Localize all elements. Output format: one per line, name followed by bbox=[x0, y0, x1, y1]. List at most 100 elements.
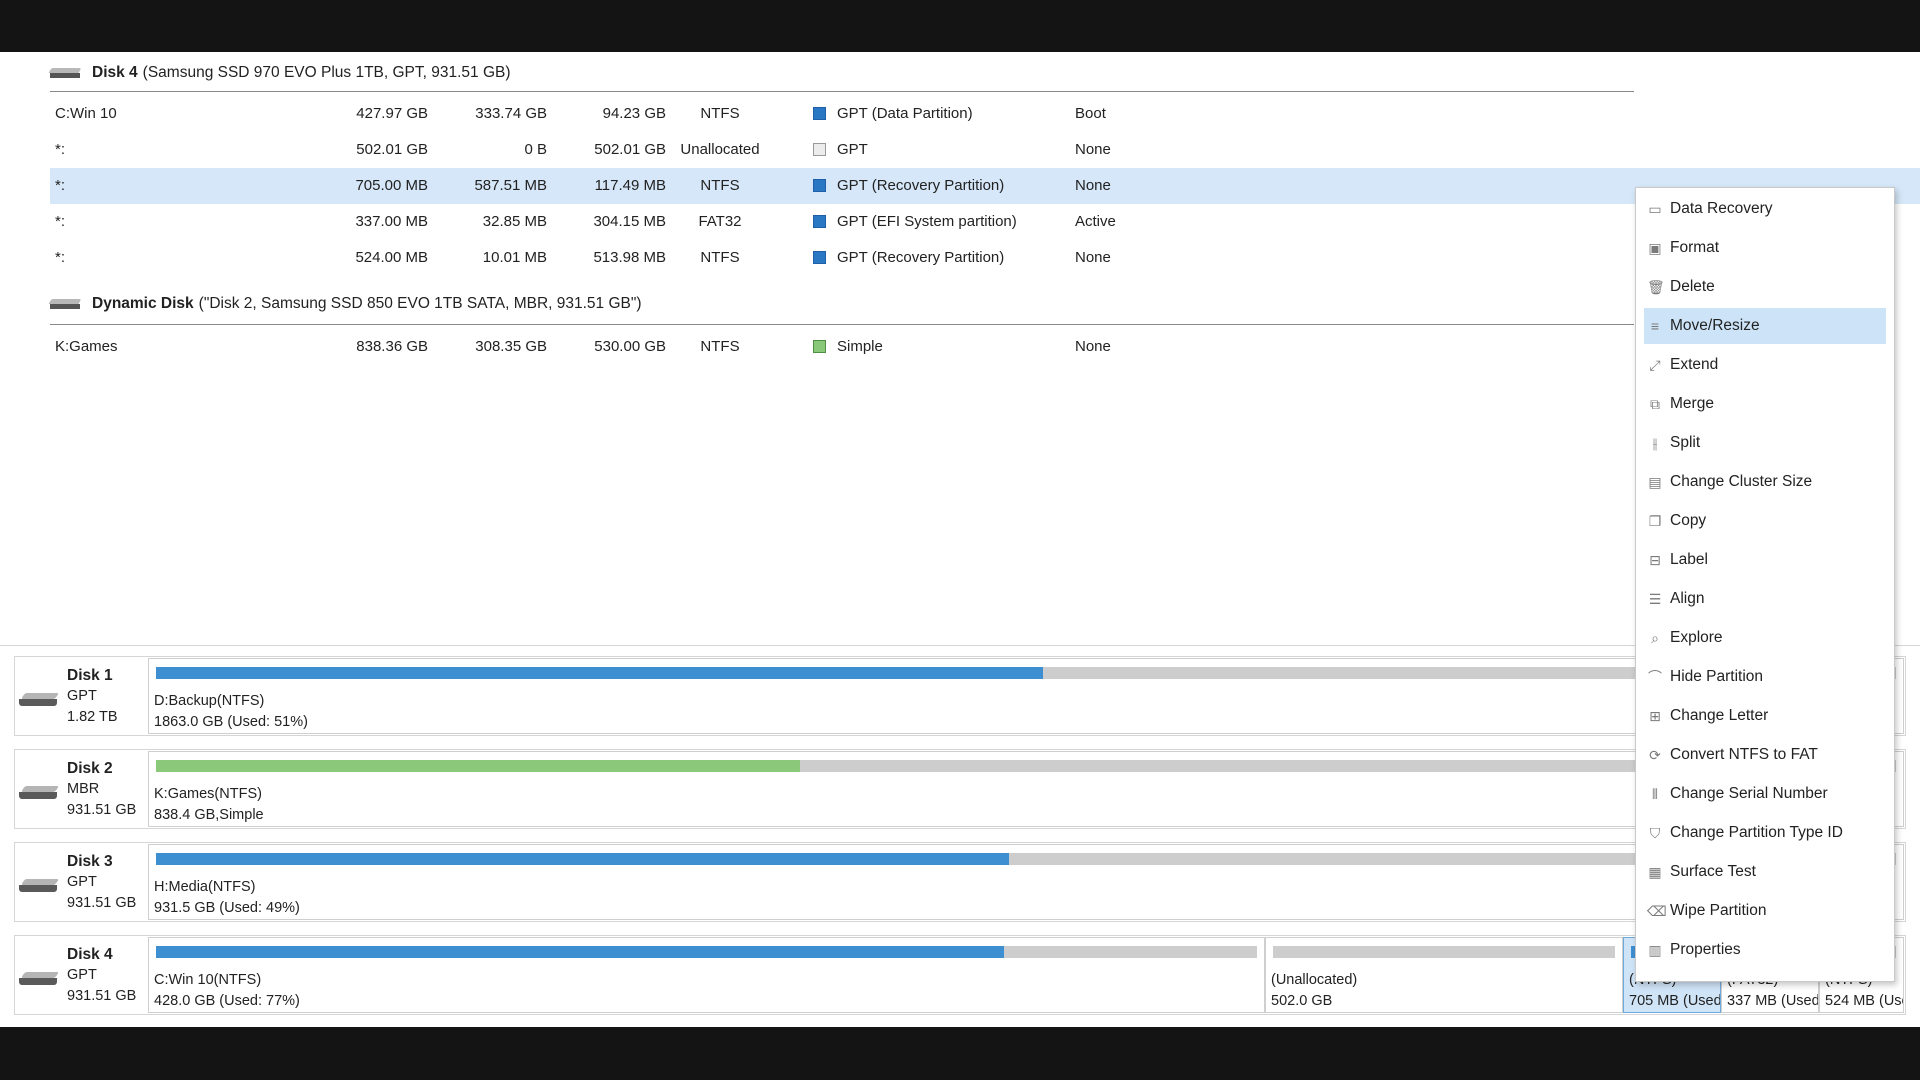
partition-name: K:Games bbox=[55, 338, 118, 355]
menu-item-convert-ntfs-to-fat[interactable]: ⟳ Convert NTFS to FAT bbox=[1644, 737, 1886, 773]
partition-filesystem: NTFS bbox=[700, 177, 740, 194]
partition-status: None bbox=[1075, 141, 1111, 158]
partition-block-label: K:Games(NTFS) bbox=[154, 786, 262, 802]
menu-item-split[interactable]: ⫲ Split bbox=[1644, 425, 1886, 461]
partition-unused: 530.00 GB bbox=[594, 338, 666, 355]
partition-block[interactable]: C:Win 10(NTFS) 428.0 GB (Used: 77%) bbox=[148, 937, 1265, 1013]
disk-style: GPT bbox=[67, 874, 97, 890]
shield-icon: ⛉ bbox=[1649, 825, 1661, 841]
disk-info[interactable]: Disk 4 GPT 931.51 GB bbox=[15, 936, 146, 1014]
partition-type-swatch bbox=[813, 340, 826, 353]
partition-status: Boot bbox=[1075, 105, 1106, 122]
letter-icon: ⊞ bbox=[1649, 708, 1661, 724]
partition-name: *: bbox=[55, 141, 66, 158]
partition-block-label: (Unallocated) bbox=[1271, 972, 1358, 988]
menu-item-change-cluster-size[interactable]: ▤ Change Cluster Size bbox=[1644, 464, 1886, 500]
disk-info[interactable]: Disk 3 GPT 931.51 GB bbox=[15, 843, 146, 921]
disk-name: Disk 2 bbox=[67, 760, 113, 777]
partition-row[interactable]: C:Win 10 427.97 GB 333.74 GB 94.23 GB NT… bbox=[50, 96, 1920, 132]
disk-style: GPT bbox=[67, 688, 97, 704]
partition-capacity: 337.00 MB bbox=[355, 213, 428, 230]
partition-block-detail: 428.0 GB (Used: 77%) bbox=[154, 993, 300, 1009]
disk-info[interactable]: Disk 2 MBR 931.51 GB bbox=[15, 750, 146, 828]
partition-type: GPT (EFI System partition) bbox=[837, 213, 1017, 230]
partition-block-label: C:Win 10(NTFS) bbox=[154, 972, 262, 988]
disk-group-detail: (Samsung SSD 970 EVO Plus 1TB, GPT, 931.… bbox=[142, 64, 511, 81]
menu-item-properties[interactable]: ▥ Properties bbox=[1644, 932, 1886, 968]
partition-type-swatch bbox=[813, 251, 826, 264]
menu-item-move-resize[interactable]: ≡ Move/Resize bbox=[1644, 308, 1886, 344]
menu-item-change-serial-number[interactable]: ⦀ Change Serial Number bbox=[1644, 776, 1886, 812]
disk-icon bbox=[19, 972, 60, 986]
usage-fill bbox=[156, 667, 1044, 679]
menu-item-change-letter[interactable]: ⊞ Change Letter bbox=[1644, 698, 1886, 734]
disk-icon bbox=[48, 68, 82, 78]
disk-group-header[interactable]: Dynamic Disk ("Disk 2, Samsung SSD 850 E… bbox=[48, 286, 642, 322]
disk-map-row[interactable]: Disk 1 GPT 1.82 TB D:Backup(NTFS) 1863.0… bbox=[14, 656, 1906, 736]
disk-map-row[interactable]: Disk 3 GPT 931.51 GB H:Media(NTFS) 931.5… bbox=[14, 842, 1906, 922]
usage-fill bbox=[156, 853, 1009, 865]
usage-bar bbox=[1273, 946, 1615, 958]
menu-item-format[interactable]: ▣ Format bbox=[1644, 230, 1886, 266]
barcode-icon: ⦀ bbox=[1651, 786, 1659, 802]
context-menu: ▭ Data Recovery ▣ Format 🗑 Delete ≡ Move/Res… bbox=[1635, 187, 1895, 982]
partition-status: None bbox=[1075, 338, 1111, 355]
divider bbox=[50, 91, 1634, 92]
menu-item-explore[interactable]: ⌕ Explore bbox=[1644, 620, 1886, 656]
disk-info[interactable]: Disk 1 GPT 1.82 TB bbox=[15, 657, 146, 735]
disk-map-row[interactable]: Disk 4 GPT 931.51 GB C:Win 10(NTFS) 428.… bbox=[14, 935, 1906, 1015]
properties-icon: ▥ bbox=[1648, 942, 1662, 958]
cluster-icon: ▤ bbox=[1648, 474, 1662, 490]
partition-filesystem: Unallocated bbox=[680, 141, 760, 158]
divider bbox=[50, 324, 1634, 325]
partition-block-detail: 931.5 GB (Used: 49%) bbox=[154, 900, 300, 916]
partition-block-label: D:Backup(NTFS) bbox=[154, 693, 265, 709]
menu-item-surface-test[interactable]: ▦ Surface Test bbox=[1644, 854, 1886, 890]
partition-type: GPT bbox=[837, 141, 868, 158]
partition-block-detail: 705 MB (Used: 83%) bbox=[1629, 993, 1721, 1009]
partition-used: 333.74 GB bbox=[475, 105, 547, 122]
partition-unused: 304.15 MB bbox=[593, 213, 666, 230]
disk-group-header[interactable]: Disk 4 (Samsung SSD 970 EVO Plus 1TB, GP… bbox=[48, 55, 511, 91]
partition-block-detail: 838.4 GB,Simple bbox=[154, 807, 264, 823]
menu-item-data-recovery[interactable]: ▭ Data Recovery bbox=[1644, 191, 1886, 227]
partition-capacity: 838.36 GB bbox=[356, 338, 428, 355]
partition-type: GPT (Data Partition) bbox=[837, 105, 973, 122]
disk-icon bbox=[19, 879, 60, 893]
partition-type-swatch bbox=[813, 215, 826, 228]
disk-name: Disk 4 bbox=[67, 946, 113, 963]
disk-group-label: Dynamic Disk bbox=[92, 295, 194, 312]
partition-block-detail: 524 MB (Used: 2%) bbox=[1825, 993, 1903, 1009]
disk-name: Disk 3 bbox=[67, 853, 113, 870]
partition-unused: 117.49 MB bbox=[594, 177, 666, 194]
disk-size: 1.82 TB bbox=[67, 709, 118, 725]
partition-row[interactable]: *: 502.01 GB 0 B 502.01 GB Unallocated G… bbox=[50, 132, 1920, 168]
partition-type: GPT (Recovery Partition) bbox=[837, 177, 1005, 194]
usage-bar bbox=[156, 946, 1257, 958]
disk-size: 931.51 GB bbox=[67, 988, 137, 1004]
partition-block-unallocated[interactable]: (Unallocated) 502.0 GB bbox=[1265, 937, 1623, 1013]
sliders-icon: ≡ bbox=[1650, 318, 1660, 334]
menu-item-copy[interactable]: ❐ Copy bbox=[1644, 503, 1886, 539]
partition-status: Active bbox=[1075, 213, 1116, 230]
menu-item-merge[interactable]: ⧉ Merge bbox=[1644, 386, 1886, 422]
drive-icon: ▭ bbox=[1648, 201, 1662, 217]
menu-item-align[interactable]: ☰ Align bbox=[1644, 581, 1886, 617]
partition-status: None bbox=[1075, 249, 1111, 266]
menu-item-change-partition-type-id[interactable]: ⛉ Change Partition Type ID bbox=[1644, 815, 1886, 851]
disk-group-label: Disk 4 bbox=[92, 64, 138, 81]
partition-block-detail: 337 MB (Used: 9%) bbox=[1727, 993, 1819, 1009]
partition-filesystem: NTFS bbox=[700, 338, 740, 355]
menu-item-hide-partition[interactable]: ⌒ Hide Partition bbox=[1644, 659, 1886, 695]
menu-item-wipe-partition[interactable]: ⌫ Wipe Partition bbox=[1644, 893, 1886, 929]
menu-item-label[interactable]: ⊟ Label bbox=[1644, 542, 1886, 578]
disk-map-row[interactable]: Disk 2 MBR 931.51 GB K:Games(NTFS) 838.4… bbox=[14, 749, 1906, 829]
partition-type: GPT (Recovery Partition) bbox=[837, 249, 1005, 266]
partition-status: None bbox=[1075, 177, 1111, 194]
menu-item-delete[interactable]: 🗑 Delete bbox=[1644, 269, 1886, 305]
partition-filesystem: NTFS bbox=[700, 105, 740, 122]
partition-type-swatch bbox=[813, 143, 826, 156]
partition-filesystem: FAT32 bbox=[698, 213, 742, 230]
convert-icon: ⟳ bbox=[1649, 747, 1661, 763]
menu-item-extend[interactable]: ⤢ Extend bbox=[1644, 347, 1886, 383]
